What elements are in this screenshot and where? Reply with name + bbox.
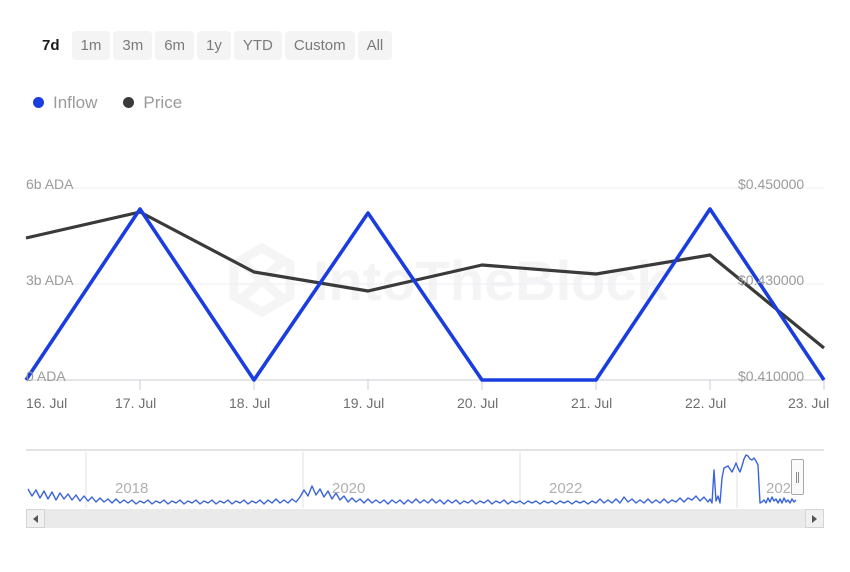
x-axis-tick-23-jul: 23. Jul [788,395,830,411]
navigator-year-2020: 2020 [332,480,366,497]
navigator-right-handle[interactable] [791,459,804,495]
y-axis-left-tick-3b: 3b ADA [26,272,74,288]
x-axis-tick-20-jul: 20. Jul [457,395,499,411]
grip-line-1 [796,471,797,483]
series-line-inflow [24,207,826,382]
x-axis-tick-16-jul: 16. Jul [26,395,68,411]
chevron-right-icon [812,514,817,523]
x-axis-tick-17-jul: 17. Jul [115,395,157,411]
navigator-scrollbar[interactable] [26,509,824,528]
y-axis-right-tick-450: $0.450000 [738,176,805,192]
y-axis-left-tick-6b: 6b ADA [26,176,74,192]
y-axis-right-tick-430: $0.430000 [738,272,805,288]
y-axis-right-tick-410: $0.410000 [738,368,805,384]
navigator-year-2018: 2018 [115,480,149,497]
scroll-left-arrow-button[interactable] [26,509,45,528]
x-axis-tick-21-jul: 21. Jul [571,395,613,411]
series-line-price [25,210,826,350]
chevron-left-icon [33,514,38,523]
y-axis-left-tick-0: 0 ADA [26,368,66,384]
x-axis-tick-19-jul: 19. Jul [343,395,385,411]
scroll-right-arrow-button[interactable] [805,509,824,528]
x-axis-tick-22-jul: 22. Jul [685,395,727,411]
navigator-year-2022: 2022 [549,480,583,497]
x-axis-tick-18-jul: 18. Jul [229,395,271,411]
grip-line-2 [798,471,799,483]
scrollbar-track[interactable] [26,509,824,528]
